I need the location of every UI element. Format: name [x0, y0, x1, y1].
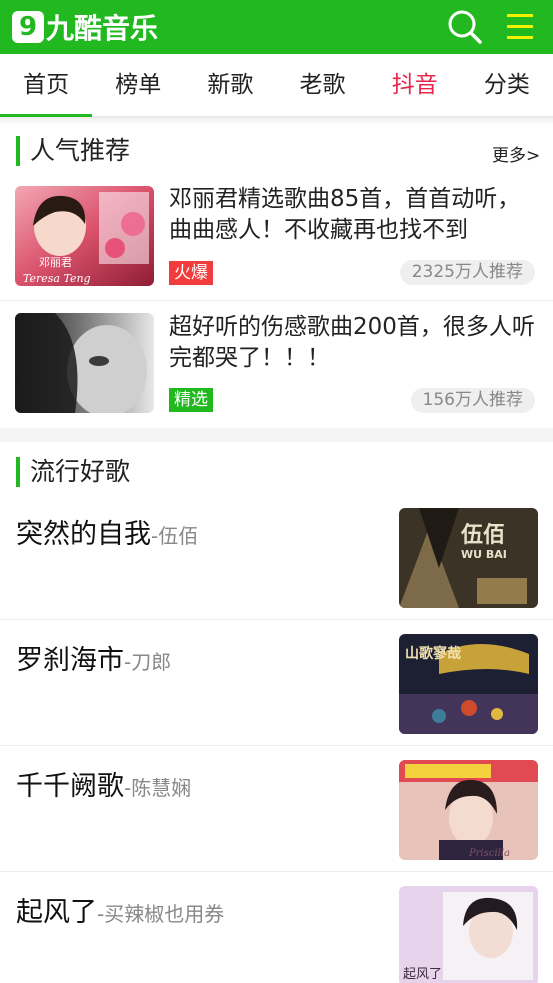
- song-cover: Priscilla: [399, 760, 538, 860]
- tab-new-songs[interactable]: 新歌: [184, 54, 276, 117]
- song-cover: 起风了: [399, 886, 538, 983]
- playlist-cover: [15, 313, 154, 413]
- song-cover: 伍佰 WU BAI: [399, 508, 538, 608]
- app-logo[interactable]: 9 九酷音乐: [12, 9, 158, 45]
- menu-icon[interactable]: [503, 10, 537, 44]
- recommend-count: 156万人推荐: [410, 388, 535, 413]
- section-gap: [0, 428, 553, 442]
- more-link[interactable]: 更多>: [492, 141, 540, 166]
- song-item[interactable]: 罗刹海市-刀郎 山歌寥哉: [0, 620, 553, 746]
- playlist-card[interactable]: 邓丽君 Teresa Teng 邓丽君精选歌曲85首，首首动听，曲曲感人！不收藏…: [0, 172, 553, 300]
- cover-subtext: Priscilla: [468, 848, 510, 859]
- song-title: 罗刹海市-刀郎: [16, 638, 171, 677]
- cover-artist-text: 邓丽君: [39, 256, 72, 269]
- song-title: 起风了-买辣椒也用券: [16, 890, 224, 929]
- song-item[interactable]: 突然的自我-伍佰 伍佰 WU BAI: [0, 494, 553, 620]
- song-artist: -买辣椒也用券: [97, 902, 225, 926]
- playlist-title: 邓丽君精选歌曲85首，首首动听，曲曲感人！不收藏再也找不到: [169, 186, 521, 243]
- playlist-cover: 邓丽君 Teresa Teng: [15, 186, 154, 286]
- top-bar: 9 九酷音乐: [0, 0, 553, 54]
- cover-title-text: 起风了: [403, 967, 442, 982]
- tab-charts[interactable]: 榜单: [92, 54, 184, 117]
- search-icon[interactable]: [446, 8, 484, 46]
- song-name-text: 罗刹海市: [16, 645, 124, 676]
- song-artist: -陈慧娴: [124, 776, 192, 800]
- recommend-count: 2325万人推荐: [399, 260, 535, 285]
- tabs-shadow: [0, 117, 553, 123]
- playlist-card[interactable]: 超好听的伤感歌曲200首，很多人听完都哭了！！！ 精选 156万人推荐: [0, 300, 553, 428]
- song-artist: -刀郎: [124, 650, 172, 674]
- song-item[interactable]: 起风了-买辣椒也用券 起风了: [0, 872, 553, 983]
- tab-categories[interactable]: 分类: [461, 54, 553, 117]
- section-title-popular: 人气推荐: [16, 136, 130, 166]
- song-item[interactable]: 千千阙歌-陈慧娴 Priscilla: [0, 746, 553, 872]
- cover-artist-subtext: Teresa Teng: [23, 272, 91, 285]
- song-name-text: 突然的自我: [16, 519, 151, 550]
- song-cover: 山歌寥哉: [399, 634, 538, 734]
- featured-badge: 精选: [169, 388, 213, 412]
- nav-tabs: 首页 榜单 新歌 老歌 抖音 分类: [0, 54, 553, 118]
- tab-old-songs[interactable]: 老歌: [276, 54, 368, 117]
- hot-badge: 火爆: [169, 261, 213, 285]
- song-title: 突然的自我-伍佰: [16, 512, 198, 551]
- section-title-hits: 流行好歌: [16, 457, 130, 487]
- song-name-text: 千千阙歌: [16, 771, 124, 802]
- playlist-title: 超好听的伤感歌曲200首，很多人听完都哭了！！！: [169, 314, 535, 371]
- song-artist: -伍佰: [151, 524, 199, 548]
- tab-douyin[interactable]: 抖音: [369, 54, 461, 117]
- tab-home[interactable]: 首页: [0, 54, 93, 118]
- logo-badge: 9: [12, 11, 44, 43]
- cover-subtext: WU BAI: [461, 548, 507, 561]
- song-title: 千千阙歌-陈慧娴: [16, 764, 191, 803]
- cover-title-text: 伍佰: [460, 522, 505, 548]
- logo-text: 九酷音乐: [46, 12, 159, 45]
- cover-title-text: 山歌寥哉: [405, 645, 461, 662]
- song-name-text: 起风了: [16, 897, 97, 928]
